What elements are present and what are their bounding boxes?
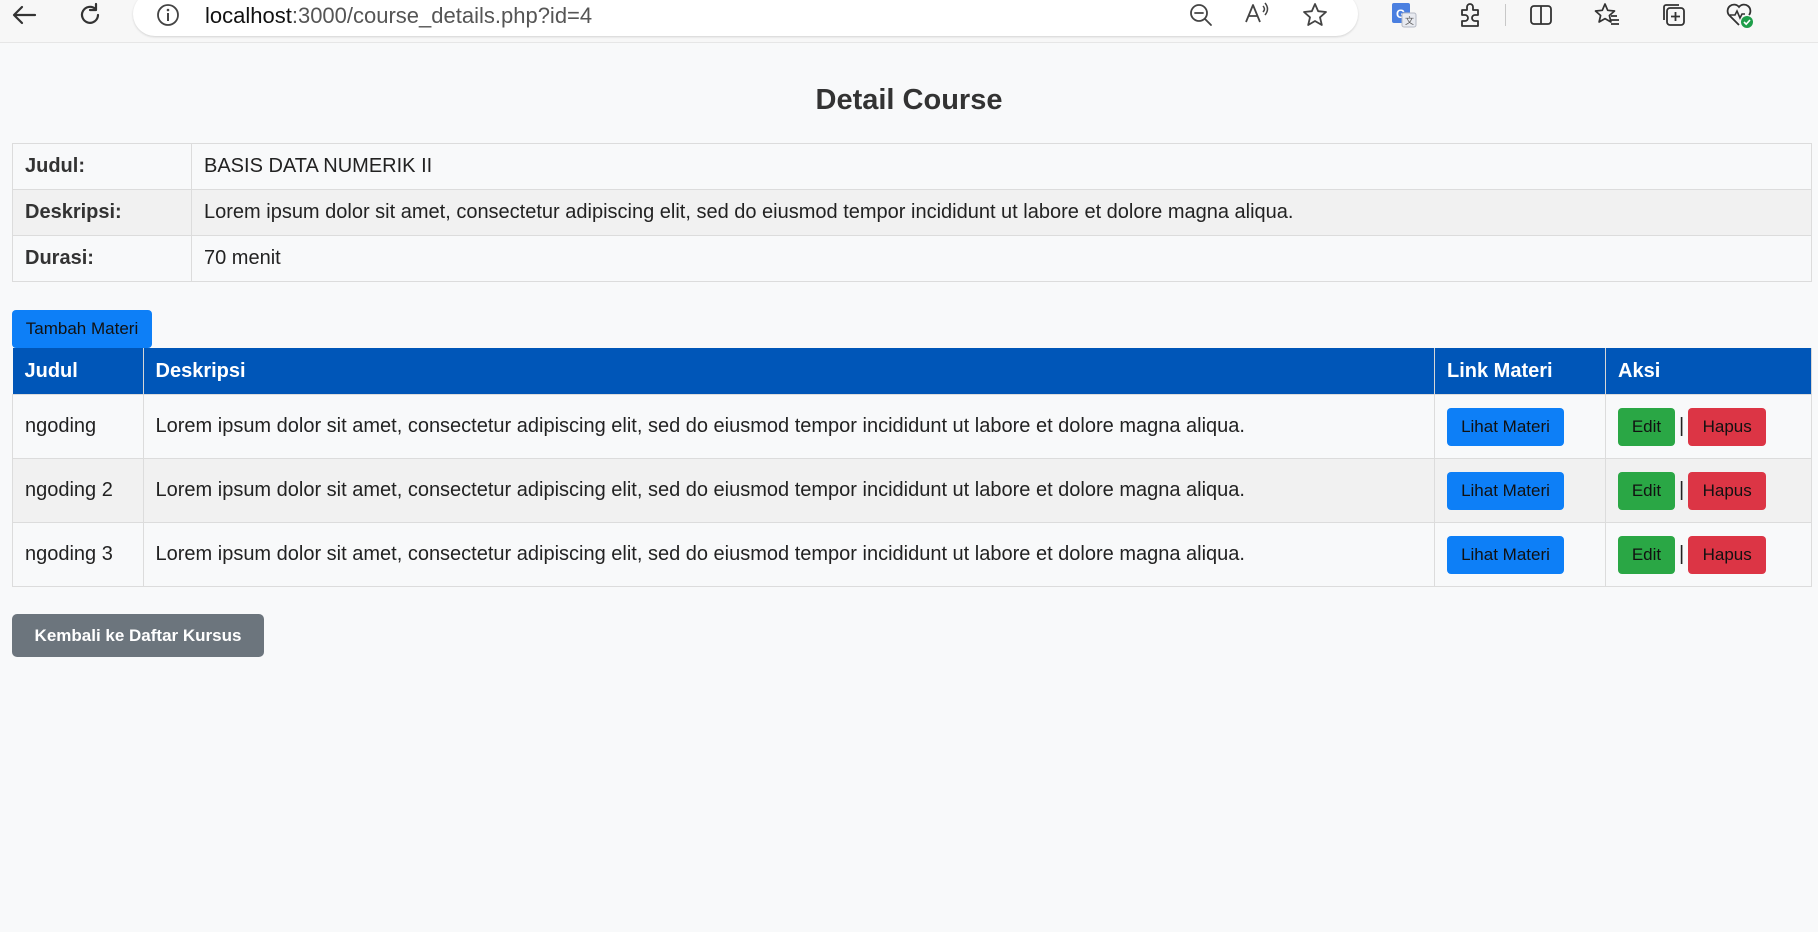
course-detail-row: Judul: BASIS DATA NUMERIK II [12, 143, 1812, 190]
durasi-value: 70 menit [191, 235, 1812, 282]
action-separator: | [1679, 542, 1685, 565]
materi-deskripsi: Lorem ipsum dolor sit amet, consectetur … [142, 394, 1435, 459]
durasi-label: Durasi: [12, 235, 192, 282]
materi-link-cell: Lihat Materi [1434, 522, 1606, 587]
header-deskripsi: Deskripsi [143, 348, 1435, 395]
action-separator: | [1679, 478, 1685, 501]
table-row: ngoding 2 Lorem ipsum dolor sit amet, co… [12, 458, 1812, 523]
materi-header-row: Judul Deskripsi Link Materi Aksi [12, 348, 1812, 395]
table-row: ngoding 3 Lorem ipsum dolor sit amet, co… [12, 522, 1812, 587]
materi-judul: ngoding [12, 394, 144, 459]
judul-value: BASIS DATA NUMERIK II [191, 143, 1812, 190]
materi-aksi-cell: Edit | Hapus [1605, 522, 1812, 587]
materi-judul: ngoding 2 [12, 458, 144, 523]
extensions-icon[interactable] [1450, 0, 1490, 30]
action-separator: | [1679, 414, 1685, 437]
course-detail-row: Durasi: 70 menit [12, 235, 1812, 282]
tambah-materi-button[interactable]: Tambah Materi [12, 310, 152, 348]
info-icon[interactable] [155, 2, 181, 33]
judul-label: Judul: [12, 143, 192, 190]
favorites-icon[interactable] [1587, 0, 1627, 30]
edit-button[interactable]: Edit [1618, 471, 1675, 510]
collections-icon[interactable] [1654, 0, 1694, 30]
svg-text:文: 文 [1405, 15, 1414, 26]
edit-button[interactable]: Edit [1618, 407, 1675, 446]
materi-aksi-cell: Edit | Hapus [1605, 394, 1812, 459]
translate-icon[interactable]: G文 [1384, 0, 1424, 30]
materi-deskripsi: Lorem ipsum dolor sit amet, consectetur … [142, 522, 1435, 587]
lihat-materi-button[interactable]: Lihat Materi [1447, 535, 1564, 574]
header-aksi: Aksi [1605, 348, 1812, 395]
header-link-materi: Link Materi [1434, 348, 1606, 395]
address-bar[interactable]: localhost:3000/course_details.php?id=4 [133, 0, 1358, 36]
hapus-button[interactable]: Hapus [1688, 407, 1767, 446]
materi-table: Judul Deskripsi Link Materi Aksi ngoding… [12, 348, 1812, 587]
browser-health-icon[interactable] [1720, 0, 1760, 30]
url-text[interactable]: localhost:3000/course_details.php?id=4 [205, 3, 592, 29]
read-aloud-icon[interactable] [1243, 0, 1271, 33]
refresh-icon[interactable] [70, 0, 110, 30]
url-path: :3000/course_details.php?id=4 [291, 3, 593, 28]
browser-toolbar: localhost:3000/course_details.php?id=4 G… [0, 0, 1818, 43]
materi-link-cell: Lihat Materi [1434, 394, 1606, 459]
hapus-button[interactable]: Hapus [1688, 535, 1767, 574]
kembali-button[interactable]: Kembali ke Daftar Kursus [12, 614, 264, 657]
toolbar-separator [1505, 4, 1506, 26]
materi-deskripsi: Lorem ipsum dolor sit amet, consectetur … [142, 458, 1435, 523]
split-screen-icon[interactable] [1521, 0, 1561, 30]
materi-aksi-cell: Edit | Hapus [1605, 458, 1812, 523]
page-title: Detail Course [815, 84, 1003, 116]
table-row: ngoding Lorem ipsum dolor sit amet, cons… [12, 394, 1812, 459]
course-details-table: Judul: BASIS DATA NUMERIK II Deskripsi: … [12, 143, 1812, 282]
deskripsi-label: Deskripsi: [12, 189, 192, 236]
course-detail-row: Deskripsi: Lorem ipsum dolor sit amet, c… [12, 189, 1812, 236]
lihat-materi-button[interactable]: Lihat Materi [1447, 471, 1564, 510]
lihat-materi-button[interactable]: Lihat Materi [1447, 407, 1564, 446]
back-arrow-icon[interactable] [4, 0, 44, 30]
hapus-button[interactable]: Hapus [1688, 471, 1767, 510]
materi-judul: ngoding 3 [12, 522, 144, 587]
favorite-star-icon[interactable] [1301, 1, 1329, 34]
deskripsi-value: Lorem ipsum dolor sit amet, consectetur … [191, 189, 1812, 236]
materi-link-cell: Lihat Materi [1434, 458, 1606, 523]
header-judul: Judul [12, 348, 144, 395]
zoom-out-icon[interactable] [1188, 2, 1214, 33]
url-host: localhost [205, 3, 292, 28]
edit-button[interactable]: Edit [1618, 535, 1675, 574]
